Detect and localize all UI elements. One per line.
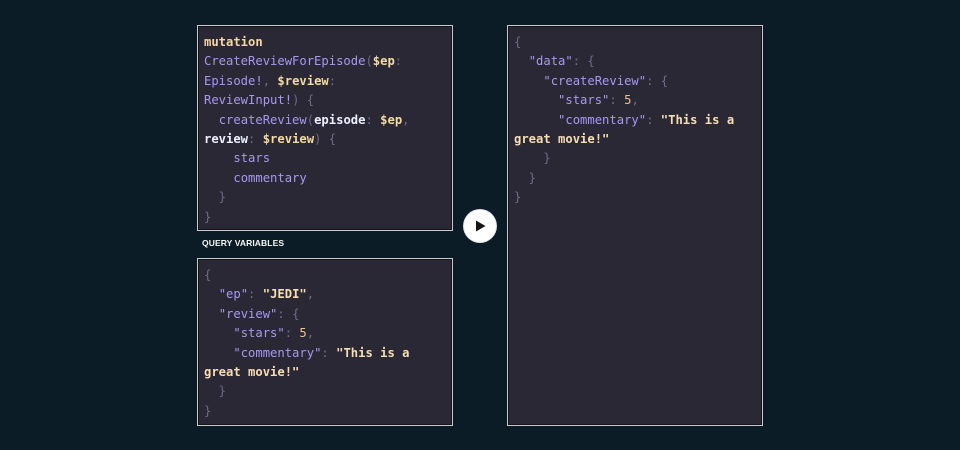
selection-commentary: commentary xyxy=(233,170,307,185)
key-ep: "ep" xyxy=(218,287,249,302)
code-line: ReviewInput!) { xyxy=(204,93,315,108)
code-line: } xyxy=(204,190,227,205)
arg-episode-value: $ep xyxy=(380,112,403,127)
key-commentary: "commentary" xyxy=(233,345,322,360)
code-line: createReview(episode: $ep, xyxy=(218,112,410,127)
result-value-commentary-part1: "This is a xyxy=(660,112,735,127)
code-line: "commentary": "This is a xyxy=(233,345,410,360)
code-line: "stars": 5, xyxy=(233,326,315,341)
code-line: mutation xyxy=(204,33,446,52)
code-line: } xyxy=(204,403,212,418)
code-line: } xyxy=(204,209,212,224)
key-data: "data" xyxy=(528,54,573,69)
key-create-review: "createReview" xyxy=(543,73,647,88)
operation-name: CreateReviewForEpisode xyxy=(204,54,366,69)
key-review: "review" xyxy=(218,306,278,321)
code-line: { xyxy=(204,268,212,282)
code-line: "stars": 5, xyxy=(558,93,639,108)
result-value-commentary-part2: great movie!" xyxy=(514,132,610,147)
value-commentary-part1: "This is a xyxy=(336,345,410,360)
result-code[interactable]: { "data": { "createReview": { "stars": 5… xyxy=(514,33,756,208)
run-query-button[interactable] xyxy=(464,210,496,242)
type-review-input: ReviewInput! xyxy=(204,93,293,108)
variables-editor[interactable]: { "ep": "JEDI", "review": { "stars": 5, … xyxy=(197,258,453,426)
result-viewer[interactable]: { "data": { "createReview": { "stars": 5… xyxy=(507,25,763,426)
code-line: "createReview": { xyxy=(543,73,669,88)
code-line: CreateReviewForEpisode($ep: xyxy=(204,54,403,69)
query-editor[interactable]: mutation CreateReviewForEpisode($ep: Episo… xyxy=(197,25,453,231)
value-commentary-part2: great movie!" xyxy=(204,365,300,380)
code-line: stars xyxy=(204,149,446,168)
code-line: { xyxy=(514,35,522,49)
arg-review: review xyxy=(204,132,249,147)
variable-ep: $ep xyxy=(372,54,395,69)
code-line: "commentary": "This is a xyxy=(558,112,735,127)
variables-code[interactable]: { "ep": "JEDI", "review": { "stars": 5, … xyxy=(204,266,446,421)
result-key-commentary: "commentary" xyxy=(558,112,647,127)
type-episode: Episode! xyxy=(204,73,263,88)
code-line: } xyxy=(514,190,522,205)
result-key-stars: "stars" xyxy=(558,93,610,108)
code-line: "data": { xyxy=(528,54,595,69)
play-icon xyxy=(476,220,486,232)
value-ep: "JEDI" xyxy=(262,287,307,302)
code-line: great movie!" xyxy=(204,363,446,382)
arg-review-value: $review xyxy=(262,132,315,147)
mutation-keyword: mutation xyxy=(204,35,263,49)
code-line: "ep": "JEDI", xyxy=(218,287,315,302)
code-line: commentary xyxy=(204,169,446,188)
field-create-review: createReview xyxy=(218,112,307,127)
selection-stars: stars xyxy=(233,151,271,166)
code-line: Episode!, $review: xyxy=(204,73,337,88)
query-variables-label: QUERY VARIABLES xyxy=(202,238,285,248)
code-line: review: $review) { xyxy=(204,132,337,147)
code-line: "review": { xyxy=(218,306,300,321)
key-stars: "stars" xyxy=(233,326,285,341)
query-code[interactable]: mutation CreateReviewForEpisode($ep: Episo… xyxy=(204,33,446,227)
code-line: great movie!" xyxy=(514,130,756,149)
arg-episode: episode xyxy=(314,112,366,127)
value-stars: 5 xyxy=(299,326,307,341)
code-line: } xyxy=(204,384,227,399)
variable-review: $review xyxy=(277,73,329,88)
code-line: } xyxy=(514,151,551,166)
code-line: } xyxy=(514,170,537,185)
